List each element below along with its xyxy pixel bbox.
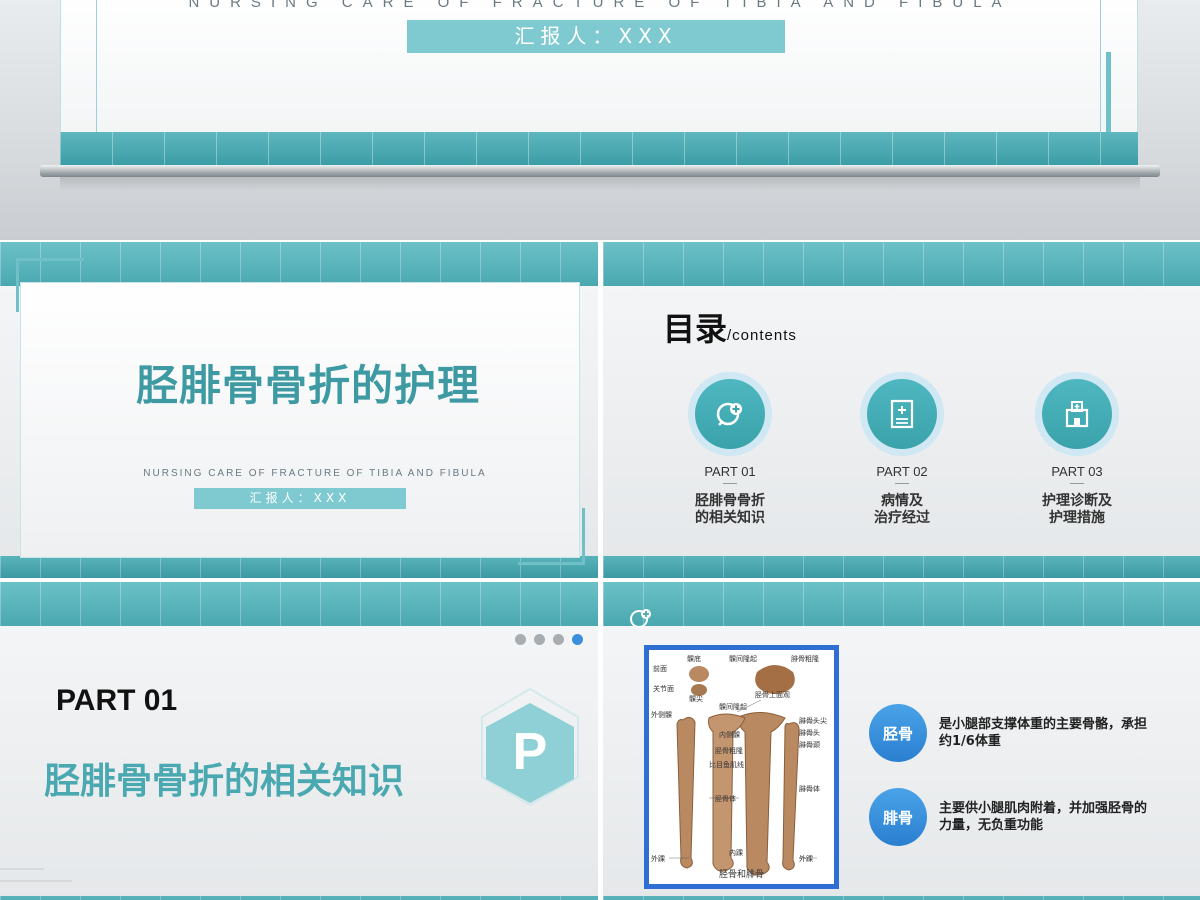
toc-part: PART 01	[704, 464, 756, 479]
corner-accent	[16, 258, 19, 312]
tibia-fibula-diagram: 前面 髁底 髁间隆起 腓骨粗隆 关节面 髁尖 胫骨上面观 外侧髁 髁间隆起 腓骨…	[644, 645, 839, 889]
diagram-label: 关节面	[653, 685, 674, 693]
medical-plus-icon	[695, 379, 765, 449]
bone-description: 主要供小腿肌肉附着，并加强胫骨的力量，无负重功能	[939, 801, 1148, 833]
diagram-label: 外踝	[651, 855, 665, 863]
hero-tile-band	[60, 132, 1138, 166]
reporter-badge: 汇报人：XXX	[194, 488, 406, 509]
medical-plus-icon	[630, 609, 651, 628]
decorative-lines	[0, 868, 72, 882]
toc-part: PART 02	[876, 464, 928, 479]
contents-heading-suffix: /contents	[727, 327, 797, 344]
toc-divider	[723, 483, 737, 484]
pagination-dot[interactable]	[534, 634, 545, 645]
diagram-label: 腓骨体	[799, 785, 820, 793]
tile-band-bottom	[0, 556, 598, 578]
hex-letter: P	[513, 723, 548, 781]
slide-preview-canvas: NURSING CARE OF FRACTURE OF TIBIA AND FI…	[0, 0, 1200, 900]
slide-thumbnail-section[interactable]: PART 01 胫腓骨骨折的相关知识 P	[0, 582, 598, 900]
corner-accent	[16, 258, 84, 261]
toc-item[interactable]: PART 01 胫腓骨骨折 的相关知识	[665, 372, 795, 527]
diagram-label: 髁间隆起	[729, 655, 757, 663]
diagram-label: 腓骨粗隆	[791, 655, 819, 663]
toc-part: PART 03	[1051, 464, 1103, 479]
slide-title: 胫腓骨骨折的护理	[135, 361, 480, 410]
hero-slide-preview[interactable]: NURSING CARE OF FRACTURE OF TIBIA AND FI…	[0, 0, 1200, 240]
toc-divider	[1070, 483, 1084, 484]
corner-accent	[582, 508, 585, 564]
contents-heading-main: 目录	[663, 310, 728, 348]
pagination-dots	[515, 634, 583, 645]
corner-accent	[518, 562, 585, 565]
hero-shadow	[60, 177, 1140, 191]
slide-subtitle: NURSING CARE OF FRACTURE OF TIBIA AND FI…	[143, 468, 487, 479]
diagram-label: 胫骨体	[715, 795, 736, 803]
slide-thumbnail-bones[interactable]: 前面 髁底 髁间隆起 腓骨粗隆 关节面 髁尖 胫骨上面观 外侧髁 髁间隆起 腓骨…	[603, 582, 1200, 900]
toc-item[interactable]: PART 03 护理诊断及 护理措施	[1012, 372, 1142, 527]
diagram-caption: 胫骨和腓骨	[718, 870, 764, 880]
diagram-label: 外踝	[799, 855, 813, 863]
diagram-label: 胫骨上面观	[755, 691, 790, 699]
toc-title: 护理诊断及 护理措施	[1042, 493, 1112, 526]
bone-description: 是小腿部支撑体重的主要骨骼，承担约1/6体重	[939, 717, 1148, 749]
pagination-dot[interactable]	[553, 634, 564, 645]
tile-band-bottom	[603, 556, 1200, 578]
tile-band-top	[0, 582, 598, 626]
diagram-label: 内踝	[729, 849, 743, 857]
diagram-label: 髁间隆起	[719, 703, 747, 711]
hero-corner-accent	[1106, 52, 1111, 142]
pagination-dot[interactable]	[515, 634, 526, 645]
toc-title: 胫腓骨骨折 的相关知识	[695, 493, 765, 526]
diagram-label: 前面	[653, 665, 667, 673]
tile-band-top	[0, 242, 598, 286]
toc-ring	[1035, 372, 1119, 456]
diagram-label: 比目鱼肌线	[709, 761, 744, 769]
bone-info-item: 腓骨 主要供小腿肌肉附着，并加强胫骨的力量，无负重功能	[869, 788, 1149, 846]
toc-divider	[895, 483, 909, 484]
diagram-label: 腓骨头	[799, 729, 820, 737]
slide-thumbnail-title[interactable]: 胫腓骨骨折的护理 NURSING CARE OF FRACTURE OF TIB…	[0, 242, 598, 578]
bone-badge: 腓骨	[869, 788, 927, 846]
pagination-dot-active[interactable]	[572, 634, 583, 645]
toc-ring	[688, 372, 772, 456]
tile-band-top	[603, 242, 1200, 286]
toc-ring	[860, 372, 944, 456]
section-part: PART 01	[56, 684, 178, 717]
diagram-label: 内侧髁	[719, 731, 740, 739]
section-title: 胫腓骨骨折的相关知识	[44, 761, 405, 802]
hexagon-letter-icon: P	[481, 687, 579, 807]
contents-heading: 目录/contents	[663, 304, 797, 350]
tile-band-bottom	[603, 896, 1200, 900]
bone-badge: 胫骨	[869, 704, 927, 762]
diagram-label: 外侧髁	[651, 711, 672, 719]
hero-subtitle: NURSING CARE OF FRACTURE OF TIBIA AND FI…	[188, 0, 1012, 11]
medical-record-icon	[867, 379, 937, 449]
tile-band-top	[603, 582, 1200, 626]
toc-item[interactable]: PART 02 病情及 治疗经过	[837, 372, 967, 527]
hero-reporter-badge: 汇报人：XXX	[407, 20, 785, 53]
hero-shelf	[40, 165, 1160, 177]
slide-thumbnail-contents[interactable]: 目录/contents PART 01 胫腓骨骨折 的相关知识 PART 02 …	[603, 242, 1200, 578]
title-card	[20, 282, 580, 558]
diagram-label: 腓骨颈	[799, 741, 820, 749]
diagram-label: 胫骨粗隆	[715, 747, 743, 755]
diagram-label: 腓骨头尖	[799, 717, 827, 725]
bone-info-item: 胫骨 是小腿部支撑体重的主要骨骼，承担约1/6体重	[869, 704, 1149, 762]
tile-band-bottom	[0, 896, 598, 900]
diagram-label: 髁尖	[689, 695, 703, 703]
toc-title: 病情及 治疗经过	[874, 493, 930, 526]
hospital-icon	[1042, 379, 1112, 449]
diagram-label: 髁底	[687, 655, 701, 663]
